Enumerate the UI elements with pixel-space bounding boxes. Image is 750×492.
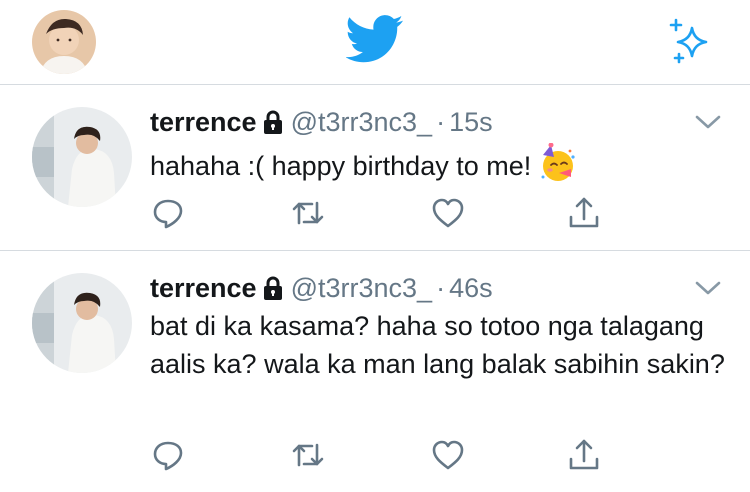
tweet-text: hahaha :( happy birthday to me! [150, 142, 730, 193]
tweet-avatar[interactable] [32, 107, 132, 207]
partying-face-icon [537, 142, 577, 193]
separator-dot: · [436, 273, 446, 303]
tweet-text-body: hahaha :( happy birthday to me! [150, 151, 532, 181]
tweet-header: terrence @t3rr3nc3_ · 46s [150, 271, 493, 308]
reply-icon[interactable] [150, 195, 186, 231]
tweet-avatar[interactable] [32, 273, 132, 373]
profile-avatar[interactable] [32, 10, 96, 74]
twitter-bird-icon[interactable] [345, 14, 404, 64]
tweet-actions [150, 195, 610, 231]
chevron-down-icon[interactable] [694, 113, 722, 131]
user-handle[interactable]: @t3rr3nc3_ [291, 107, 432, 137]
tweet-header: terrence @t3rr3nc3_ · 15s [150, 105, 493, 142]
heart-icon[interactable] [430, 437, 466, 473]
tweet-timestamp[interactable]: 15s [449, 107, 493, 137]
share-icon[interactable] [566, 437, 602, 473]
reply-icon[interactable] [150, 437, 186, 473]
user-handle[interactable]: @t3rr3nc3_ [291, 273, 432, 303]
lock-icon [263, 108, 283, 142]
tweet[interactable]: terrence @t3rr3nc3_ · 15s hahaha :( happy b… [0, 85, 750, 251]
retweet-icon[interactable] [290, 195, 326, 231]
top-navigation-bar [0, 0, 750, 85]
lock-icon [263, 274, 283, 308]
tweet-timestamp[interactable]: 46s [449, 273, 493, 303]
display-name[interactable]: terrence [150, 107, 257, 137]
tweet-actions [150, 437, 610, 473]
chevron-down-icon[interactable] [694, 279, 722, 297]
retweet-icon[interactable] [290, 437, 326, 473]
sparkle-icon[interactable] [664, 16, 716, 68]
share-icon[interactable] [566, 195, 602, 231]
display-name[interactable]: terrence [150, 273, 257, 303]
tweet[interactable]: terrence @t3rr3nc3_ · 46s bat di ka kasama?… [0, 251, 750, 492]
separator-dot: · [436, 107, 446, 137]
tweet-text: bat di ka kasama? haha so totoo nga tala… [150, 311, 725, 379]
heart-icon[interactable] [430, 195, 466, 231]
